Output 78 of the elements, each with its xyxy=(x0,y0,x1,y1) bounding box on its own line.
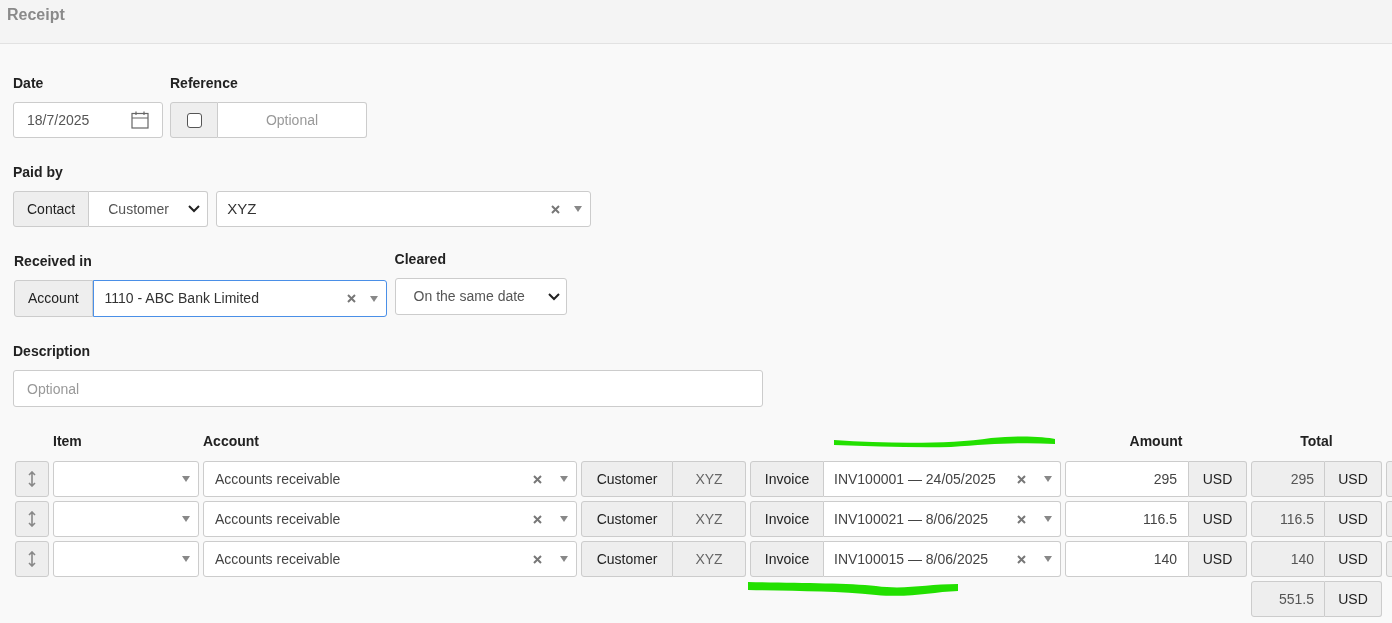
dropdown-caret-icon xyxy=(369,295,378,302)
vertical-arrows-icon xyxy=(28,471,36,487)
contact-value: XYZ xyxy=(673,501,746,537)
currency-addon: USD xyxy=(1189,501,1247,537)
clear-icon[interactable] xyxy=(1017,554,1026,564)
field-label: Cleared xyxy=(394,250,447,269)
column-header: Total xyxy=(1300,431,1333,451)
line-account-select[interactable]: Accounts receivable xyxy=(203,461,577,497)
amount-field[interactable]: 295 xyxy=(1065,461,1189,497)
currency-addon: USD xyxy=(1325,541,1382,577)
field-label: Paid by xyxy=(13,163,64,182)
window-title: Receipt xyxy=(7,6,65,23)
dropdown-caret-icon xyxy=(560,556,568,562)
currency-addon: USD xyxy=(1325,581,1382,617)
drag-handle[interactable] xyxy=(15,501,49,537)
total-value: 295 xyxy=(1251,461,1325,497)
currency-addon: USD xyxy=(1325,501,1382,537)
dropdown-caret-icon xyxy=(574,206,583,212)
field-label: Description xyxy=(13,342,91,361)
vertical-arrows-icon xyxy=(28,511,36,527)
cleared-select[interactable]: On the same date xyxy=(394,278,567,315)
clear-icon[interactable] xyxy=(551,204,561,214)
total-value: 140 xyxy=(1251,541,1325,577)
clear-icon[interactable] xyxy=(1017,474,1026,484)
dropdown-caret-icon xyxy=(182,476,190,482)
column-header: Account xyxy=(203,431,259,451)
line-account-select[interactable]: Accounts receivable xyxy=(203,501,577,537)
grand-total-value: 551.5 xyxy=(1251,581,1325,617)
dropdown-caret-icon xyxy=(182,556,190,562)
drag-handle[interactable] xyxy=(15,541,49,577)
document-type-addon: Invoice xyxy=(750,461,824,497)
contact-type-addon: Customer xyxy=(581,541,673,577)
clear-icon[interactable] xyxy=(1017,514,1026,524)
contact-value: XYZ xyxy=(673,541,746,577)
document-type-addon: Invoice xyxy=(750,541,824,577)
dropdown-caret-icon xyxy=(1044,556,1052,562)
dropdown-caret-icon xyxy=(1044,516,1052,522)
contact-addon: Contact xyxy=(13,191,90,227)
clear-icon[interactable] xyxy=(533,554,542,564)
line-account-select[interactable]: Accounts receivable xyxy=(203,541,577,577)
contact-value: XYZ xyxy=(673,461,746,497)
account-select[interactable]: 1110 - ABC Bank Limited xyxy=(92,280,387,317)
chevron-down-icon xyxy=(547,292,560,301)
column-header: Item xyxy=(53,431,82,451)
invoice-select[interactable]: INV100021 — 8/06/2025 xyxy=(824,501,1061,537)
contact-type-select[interactable]: Customer xyxy=(89,191,209,227)
field-label: Received in xyxy=(14,252,93,271)
invoice-select[interactable]: INV100001 — 24/05/2025 xyxy=(824,461,1061,497)
contact-select[interactable]: XYZ xyxy=(216,191,592,227)
contact-type-addon: Customer xyxy=(581,461,673,497)
dropdown-caret-icon xyxy=(560,476,568,482)
currency-addon: USD xyxy=(1189,541,1247,577)
calendar-icon[interactable] xyxy=(131,111,149,129)
clear-icon[interactable] xyxy=(346,294,356,303)
reference-field[interactable]: Optional xyxy=(218,102,367,138)
document-type-addon: Invoice xyxy=(750,501,824,537)
amount-field[interactable]: 116.5 xyxy=(1065,501,1189,537)
description-field[interactable]: Optional xyxy=(13,370,763,407)
dropdown-caret-icon xyxy=(1044,476,1052,482)
clear-icon[interactable] xyxy=(533,474,542,484)
clear-icon[interactable] xyxy=(533,514,542,524)
vertical-arrows-icon xyxy=(28,551,36,567)
dropdown-caret-icon xyxy=(182,516,190,522)
currency-addon: USD xyxy=(1189,461,1247,497)
reference-checkbox[interactable] xyxy=(186,112,202,128)
chevron-down-icon xyxy=(188,205,201,213)
field-label: Date xyxy=(13,74,45,93)
drag-handle[interactable] xyxy=(15,461,49,497)
total-value: 116.5 xyxy=(1251,501,1325,537)
amount-field[interactable]: 140 xyxy=(1065,541,1189,577)
date-field[interactable]: 18/7/2025 xyxy=(13,102,163,138)
invoice-select[interactable]: INV100015 — 8/06/2025 xyxy=(824,541,1061,577)
dropdown-caret-icon xyxy=(560,516,568,522)
currency-addon: USD xyxy=(1325,461,1382,497)
column-header: Amount xyxy=(1129,431,1183,451)
account-addon: Account xyxy=(14,280,93,317)
contact-type-addon: Customer xyxy=(581,501,673,537)
field-label: Reference xyxy=(170,74,239,93)
